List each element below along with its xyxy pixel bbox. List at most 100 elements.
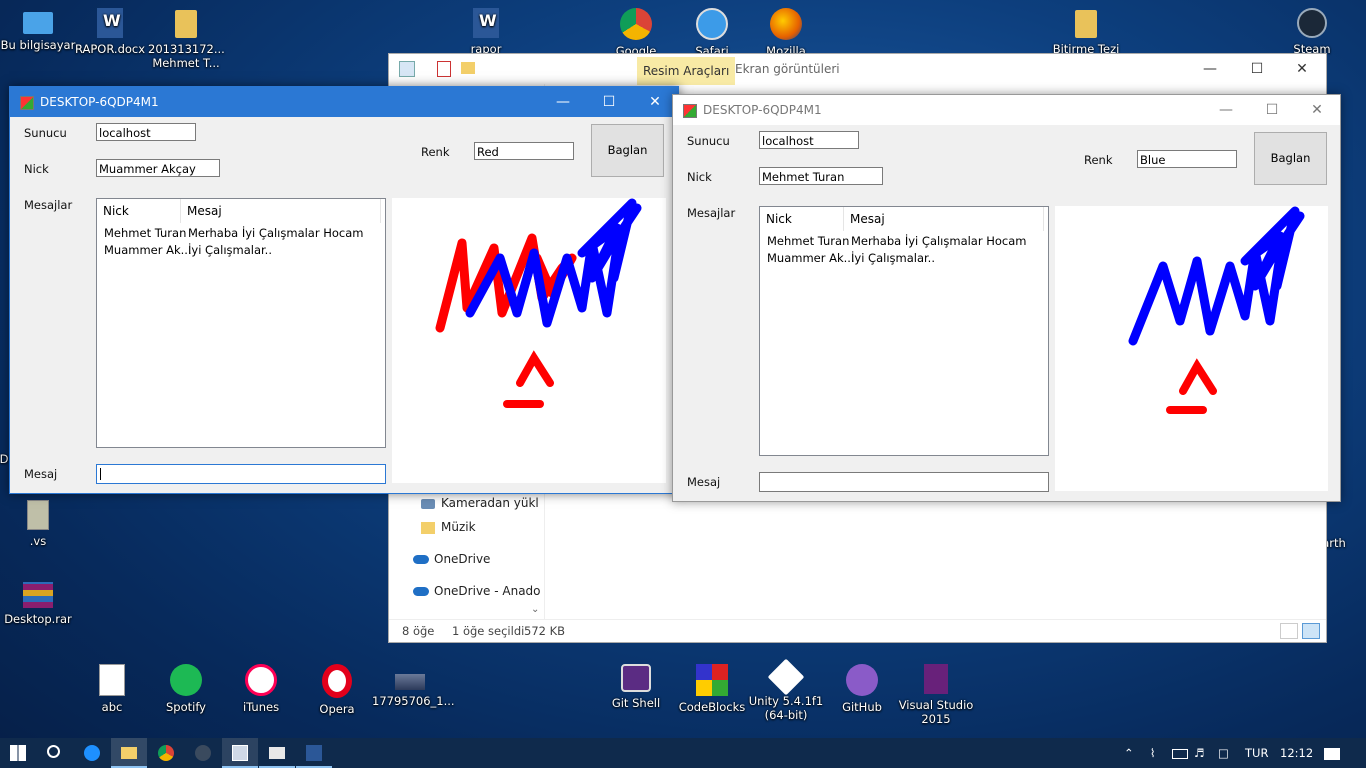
desktop-icon-student-folder[interactable]: 201313172... Mehmet T... bbox=[148, 8, 225, 70]
visual-studio-icon bbox=[924, 664, 948, 694]
desktop-icon-google[interactable]: Google bbox=[598, 8, 674, 58]
desktop-icon-opera[interactable]: Opera bbox=[299, 664, 375, 716]
show-hidden-icons-icon[interactable]: ⌃ bbox=[1124, 738, 1134, 768]
explorer-titlebar[interactable]: Resim Araçları Ekran görüntüleri — ☐ ✕ bbox=[389, 54, 1326, 85]
row-nick: Muammer Ak... bbox=[767, 251, 855, 265]
desktop-icon-codeblocks[interactable]: CodeBlocks bbox=[674, 664, 750, 714]
desktop-icon-spotify[interactable]: Spotify bbox=[148, 664, 224, 714]
desktop-icon-image-file[interactable]: 17795706_1... bbox=[372, 664, 455, 708]
zip-folder-icon bbox=[27, 500, 49, 530]
column-header-message[interactable]: Mesaj bbox=[844, 207, 1044, 231]
notifications-icon[interactable] bbox=[1324, 738, 1340, 768]
column-header-nick[interactable]: Nick bbox=[760, 207, 844, 231]
column-header-nick[interactable]: Nick bbox=[97, 199, 181, 223]
desktop-icon-abc[interactable]: abc bbox=[74, 664, 150, 714]
messages-label: Mesajlar bbox=[687, 206, 736, 220]
maximize-button[interactable]: ☐ bbox=[586, 87, 632, 117]
desktop-icon-safari[interactable]: Safari bbox=[674, 8, 750, 58]
start-button[interactable] bbox=[0, 738, 36, 768]
desktop-icon-mozilla[interactable]: Mozilla bbox=[748, 8, 824, 58]
desktop-icon-unity[interactable]: Unity 5.4.1f1 (64-bit) bbox=[748, 658, 824, 722]
chat-window-blue[interactable]: DESKTOP-6QDP4M1 — ☐ ✕ Sunucu localhost N… bbox=[672, 94, 1341, 502]
message-input[interactable] bbox=[96, 464, 386, 484]
nick-input[interactable]: Muammer Akçay bbox=[96, 159, 220, 177]
taskbar-file-explorer[interactable] bbox=[111, 738, 147, 768]
row-message: İyi Çalışmalar.. bbox=[188, 243, 272, 257]
nav-item-camera-roll[interactable]: Kameradan yükl bbox=[421, 496, 539, 510]
minimize-button[interactable]: — bbox=[540, 87, 586, 117]
taskbar-edge[interactable] bbox=[74, 738, 110, 768]
quick-access-toolbar[interactable] bbox=[397, 61, 487, 77]
server-input[interactable]: localhost bbox=[759, 131, 859, 149]
connect-button[interactable]: Baglan bbox=[591, 124, 664, 177]
table-row[interactable]: Mehmet Turan Merhaba İyi Çalışmalar Hoca… bbox=[760, 233, 1048, 250]
desktop-icon-steam[interactable]: Steam bbox=[1274, 8, 1350, 56]
desktop-icon-git-shell[interactable]: Git Shell bbox=[598, 664, 674, 710]
taskbar-window[interactable] bbox=[259, 738, 295, 768]
taskbar-steam[interactable] bbox=[185, 738, 221, 768]
column-header-message[interactable]: Mesaj bbox=[181, 199, 381, 223]
drawing-canvas[interactable] bbox=[392, 198, 666, 483]
color-input[interactable]: Blue bbox=[1137, 150, 1237, 168]
desktop-icon-github[interactable]: GitHub bbox=[824, 664, 900, 714]
desktop-icon-label: Unity 5.4.1f1 bbox=[748, 694, 824, 708]
properties-icon[interactable] bbox=[399, 61, 415, 77]
table-row[interactable]: Mehmet Turan Merhaba İyi Çalışmalar Hoca… bbox=[97, 225, 385, 242]
table-row[interactable]: Muammer Ak... İyi Çalışmalar.. bbox=[760, 250, 1048, 267]
nav-item-onedrive[interactable]: OneDrive bbox=[413, 552, 490, 566]
nav-item-music[interactable]: Müzik bbox=[421, 520, 476, 534]
folder-icon bbox=[421, 521, 435, 534]
window-titlebar[interactable]: DESKTOP-6QDP4M1 — ☐ ✕ bbox=[10, 87, 678, 117]
nick-input[interactable]: Mehmet Turan bbox=[759, 167, 883, 185]
git-shell-icon bbox=[621, 664, 651, 692]
desktop-icon-bitirme-tezi[interactable]: Bitirme Tezi bbox=[1048, 8, 1124, 56]
minimize-button[interactable]: — bbox=[1203, 95, 1249, 125]
nav-item-onedrive-anadolu[interactable]: OneDrive - Anado bbox=[413, 584, 541, 598]
messages-listview[interactable]: Nick Mesaj Mehmet Turan Merhaba İyi Çalı… bbox=[96, 198, 386, 448]
search-button[interactable] bbox=[37, 738, 73, 768]
desktop-icon-visual-studio[interactable]: Visual Studio 2015 bbox=[898, 664, 974, 726]
details-view-icon[interactable] bbox=[1280, 623, 1298, 639]
minimize-button[interactable]: — bbox=[1187, 54, 1233, 84]
language-indicator[interactable]: TUR bbox=[1245, 738, 1268, 768]
desktop-icon-rapor-docx[interactable]: RAPOR.docx bbox=[72, 8, 148, 56]
messages-listview[interactable]: Nick Mesaj Mehmet Turan Merhaba İyi Çalı… bbox=[759, 206, 1049, 456]
action-center-small-icon[interactable]: □ bbox=[1218, 738, 1229, 768]
nav-scroll-down-arrow[interactable]: ⌄ bbox=[531, 604, 539, 615]
nick-label: Nick bbox=[24, 162, 49, 176]
word-icon bbox=[306, 745, 322, 761]
taskbar-chat-app[interactable] bbox=[222, 738, 258, 768]
maximize-button[interactable]: ☐ bbox=[1249, 95, 1295, 125]
large-icons-view-icon[interactable] bbox=[1302, 623, 1320, 639]
color-input[interactable]: Red bbox=[474, 142, 574, 160]
maximize-button[interactable]: ☐ bbox=[1234, 54, 1280, 84]
color-label: Renk bbox=[421, 145, 450, 159]
desktop-icon-vs-folder[interactable]: .vs bbox=[0, 500, 76, 548]
battery-icon[interactable] bbox=[1172, 738, 1188, 768]
message-input[interactable] bbox=[759, 472, 1049, 492]
desktop-icon-rapor[interactable]: rapor bbox=[448, 8, 524, 56]
connect-button[interactable]: Baglan bbox=[1254, 132, 1327, 185]
volume-icon[interactable]: ♬ bbox=[1194, 738, 1204, 768]
desktop-icon-itunes[interactable]: iTunes bbox=[223, 664, 299, 714]
checkmark-icon[interactable] bbox=[437, 61, 451, 77]
desktop-icon-desktop-rar[interactable]: Desktop.rar bbox=[0, 582, 76, 626]
table-row[interactable]: Muammer Ak... İyi Çalışmalar.. bbox=[97, 242, 385, 259]
server-input[interactable]: localhost bbox=[96, 123, 196, 141]
new-folder-icon[interactable] bbox=[461, 62, 475, 74]
item-count: 8 öğe bbox=[402, 624, 435, 638]
chat-window-red[interactable]: DESKTOP-6QDP4M1 — ☐ ✕ Sunucu localhost N… bbox=[9, 86, 679, 494]
close-button[interactable]: ✕ bbox=[1294, 95, 1340, 125]
taskbar-chrome[interactable] bbox=[148, 738, 184, 768]
close-button[interactable]: ✕ bbox=[1279, 54, 1325, 84]
drawing-canvas[interactable] bbox=[1055, 206, 1328, 491]
window-titlebar[interactable]: DESKTOP-6QDP4M1 — ☐ ✕ bbox=[673, 95, 1340, 125]
taskbar-word[interactable] bbox=[296, 738, 332, 768]
message-label: Mesaj bbox=[24, 467, 58, 481]
word-doc-icon bbox=[473, 8, 499, 38]
desktop-icon-label: Spotify bbox=[166, 700, 206, 714]
wifi-icon[interactable]: ⌇ bbox=[1150, 738, 1156, 768]
desktop-icon-this-pc[interactable]: Bu bilgisayar bbox=[0, 8, 76, 52]
ribbon-tab-picture-tools[interactable]: Resim Araçları bbox=[637, 57, 736, 85]
clock[interactable]: 12:12 bbox=[1280, 738, 1313, 768]
